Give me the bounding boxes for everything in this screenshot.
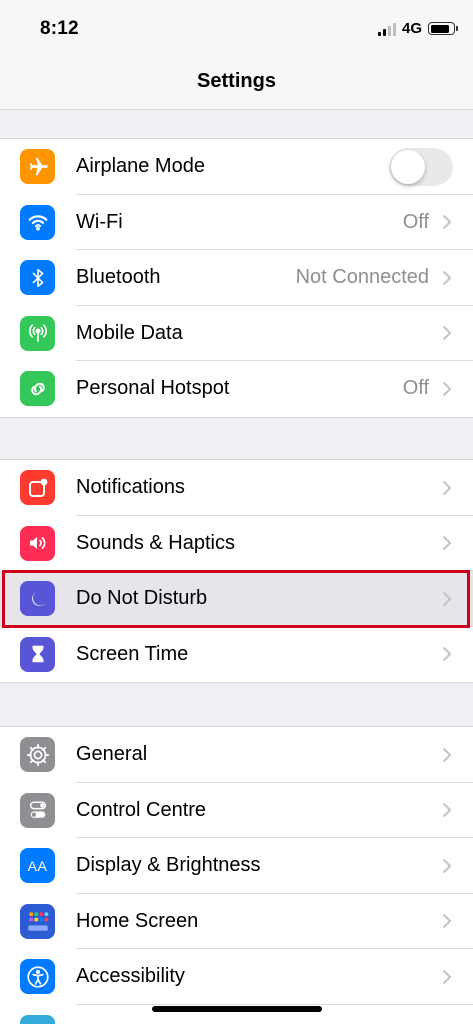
chevron-right-icon: [443, 647, 451, 662]
text-size-icon: AA: [20, 848, 55, 884]
settings-row-mobile-data[interactable]: Mobile Data: [0, 306, 473, 361]
settings-row-label: Sounds & Haptics: [76, 531, 235, 554]
network-type: 4G: [401, 20, 422, 37]
chevron-right-icon: [443, 480, 451, 495]
chevron-right-icon: [443, 381, 451, 396]
settings-row-display-brightness[interactable]: AA Display & Brightness: [0, 838, 473, 894]
settings-row-label: Notifications: [76, 476, 185, 499]
settings-row-accessibility[interactable]: Accessibility: [0, 949, 473, 1005]
settings-row-label: Airplane Mode: [76, 155, 205, 178]
chevron-right-icon: [443, 858, 451, 873]
wifi-icon: [20, 204, 55, 240]
chevron-right-icon: [443, 270, 451, 285]
settings-row-label: General: [76, 743, 148, 766]
settings-row-personal-hotspot[interactable]: Personal Hotspot Off: [0, 361, 473, 417]
home-indicator[interactable]: [152, 1006, 322, 1012]
settings-row-value: Off: [402, 377, 429, 400]
settings-row-home-screen[interactable]: Home Screen: [0, 894, 473, 949]
notifications-icon: [20, 470, 55, 506]
settings-row-label: Home Screen: [76, 909, 199, 932]
battery-icon: [428, 22, 458, 35]
highlight-annotation-box: [2, 570, 470, 628]
chevron-right-icon: [443, 914, 451, 929]
settings-row-bluetooth[interactable]: Bluetooth Not Connected: [0, 250, 473, 306]
chevron-right-icon: [443, 803, 451, 818]
settings-row-label: Mobile Data: [76, 321, 183, 344]
cellular-signal-icon: [377, 22, 396, 36]
switches-icon: [20, 792, 55, 828]
gear-icon: [20, 737, 55, 773]
settings-row-airplane-mode[interactable]: Airplane Mode: [0, 139, 473, 195]
settings-row-control-centre[interactable]: Control Centre: [0, 783, 473, 838]
wallpaper-icon: [20, 1014, 55, 1024]
chevron-right-icon: [443, 326, 451, 341]
status-time: 8:12: [40, 18, 79, 39]
antenna-icon: [20, 315, 55, 351]
status-bar: 8:12 4G: [0, 0, 473, 58]
page-title: Settings: [197, 70, 276, 92]
settings-group-connectivity: Airplane Mode Wi-Fi Off Bluetooth Not Co…: [0, 138, 473, 418]
chevron-right-icon: [443, 536, 451, 551]
hotspot-link-icon: [20, 371, 55, 407]
chevron-right-icon: [443, 747, 451, 762]
settings-row-label: Wi-Fi: [76, 210, 123, 233]
settings-row-general[interactable]: General: [0, 727, 473, 783]
text-size-glyph: AA: [27, 857, 48, 874]
home-screen-grid-icon: [20, 903, 55, 939]
bluetooth-icon: [20, 260, 55, 296]
settings-row-label: Accessibility: [76, 965, 185, 988]
settings-row-label: Bluetooth: [76, 266, 161, 289]
settings-row-notifications[interactable]: Notifications: [0, 460, 473, 516]
settings-row-label: Personal Hotspot: [76, 377, 230, 400]
navigation-bar: Settings: [0, 58, 473, 110]
settings-row-label: Display & Brightness: [76, 854, 261, 877]
settings-row-value: Off: [402, 210, 429, 233]
accessibility-icon: [20, 959, 55, 995]
speaker-icon: [20, 525, 55, 561]
hourglass-icon: [20, 636, 55, 672]
chevron-right-icon: [443, 215, 451, 230]
settings-group-general: General Control Centre AA Display & Brig…: [0, 726, 473, 1024]
settings-row-screen-time[interactable]: Screen Time: [0, 627, 473, 683]
settings-row-label: Screen Time: [76, 642, 189, 665]
settings-row-sounds-haptics[interactable]: Sounds & Haptics: [0, 516, 473, 571]
settings-row-wifi[interactable]: Wi-Fi Off: [0, 195, 473, 250]
airplane-mode-toggle[interactable]: [389, 147, 453, 186]
settings-row-value: Not Connected: [295, 266, 429, 289]
chevron-right-icon: [443, 969, 451, 984]
airplane-icon: [20, 149, 55, 185]
settings-row-label: Control Centre: [76, 798, 207, 821]
status-indicators: 4G: [377, 20, 458, 37]
